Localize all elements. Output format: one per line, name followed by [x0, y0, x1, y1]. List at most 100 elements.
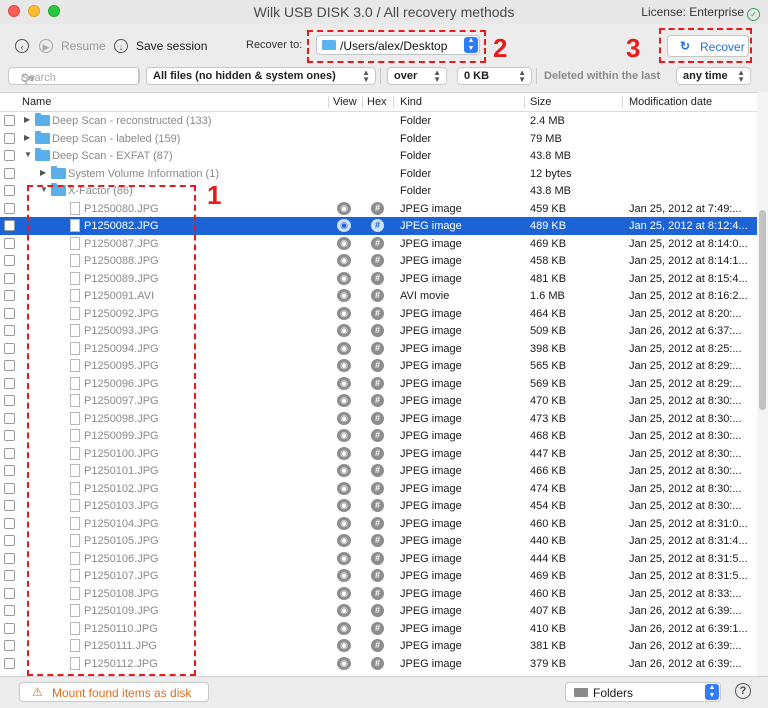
hex-view-icon[interactable]: # — [371, 394, 384, 407]
row-checkbox[interactable] — [4, 202, 15, 214]
column-divider[interactable] — [328, 96, 329, 108]
triangle-right-icon[interactable]: ▶ — [24, 133, 30, 142]
preview-eye-icon[interactable]: ◉ — [337, 499, 351, 512]
row-checkbox[interactable] — [4, 290, 15, 301]
hex-view-icon[interactable]: # — [371, 604, 384, 617]
row-checkbox[interactable] — [4, 535, 15, 546]
row-checkbox[interactable] — [4, 447, 15, 459]
row-checkbox[interactable] — [4, 430, 15, 441]
resume-play-icon[interactable]: ▶ — [39, 39, 53, 53]
hex-view-icon[interactable]: # — [371, 586, 384, 600]
triangle-right-icon[interactable]: ▶ — [40, 168, 46, 177]
preview-eye-icon[interactable]: ◉ — [337, 604, 351, 617]
row-checkbox[interactable] — [4, 517, 15, 529]
preview-eye-icon[interactable]: ◉ — [337, 621, 351, 635]
row-checkbox[interactable] — [4, 342, 15, 354]
preview-eye-icon[interactable]: ◉ — [337, 324, 351, 337]
preview-eye-icon[interactable]: ◉ — [337, 516, 351, 530]
preview-eye-icon[interactable]: ◉ — [337, 359, 351, 372]
hex-view-icon[interactable]: # — [371, 201, 384, 215]
hex-view-icon[interactable]: # — [371, 499, 384, 512]
resume-button[interactable]: Resume — [61, 39, 106, 53]
preview-eye-icon[interactable]: ◉ — [337, 586, 351, 600]
vertical-scrollbar[interactable] — [757, 92, 768, 675]
preview-eye-icon[interactable]: ◉ — [337, 289, 351, 302]
preview-eye-icon[interactable]: ◉ — [337, 341, 351, 355]
hex-view-icon[interactable]: # — [371, 446, 384, 460]
preview-eye-icon[interactable]: ◉ — [337, 429, 351, 442]
search-input[interactable]: Q▾ Search — [8, 67, 140, 85]
row-checkbox[interactable] — [4, 237, 15, 249]
preview-eye-icon[interactable]: ◉ — [337, 569, 351, 582]
row-checkbox[interactable] — [4, 552, 15, 564]
scrollbar-thumb[interactable] — [759, 210, 766, 410]
row-checkbox[interactable] — [4, 132, 15, 144]
hex-view-icon[interactable]: # — [371, 219, 384, 232]
hex-view-icon[interactable]: # — [371, 376, 384, 390]
hex-view-icon[interactable]: # — [371, 569, 384, 582]
preview-eye-icon[interactable]: ◉ — [337, 254, 351, 267]
size-value-select[interactable]: 0 KB ▲ ▼ — [457, 67, 532, 85]
hex-view-icon[interactable]: # — [371, 324, 384, 337]
row-checkbox[interactable] — [4, 150, 15, 161]
row-checkbox[interactable] — [4, 412, 15, 424]
preview-eye-icon[interactable]: ◉ — [337, 656, 351, 670]
preview-eye-icon[interactable]: ◉ — [337, 464, 351, 477]
row-checkbox[interactable] — [4, 377, 15, 389]
row-checkbox[interactable] — [4, 395, 15, 406]
hex-view-icon[interactable]: # — [371, 411, 384, 425]
size-operator-select[interactable]: over ▲ ▼ — [387, 67, 447, 85]
time-range-select[interactable]: any time ▲ ▼ — [676, 67, 751, 85]
preview-eye-icon[interactable]: ◉ — [337, 236, 351, 250]
row-checkbox[interactable] — [4, 482, 15, 494]
triangle-down-icon[interactable]: ▼ — [24, 150, 32, 159]
hex-view-icon[interactable]: # — [371, 254, 384, 267]
hex-view-icon[interactable]: # — [371, 621, 384, 635]
table-row[interactable]: ▼ Deep Scan - EXFAT (87) Folder 43.8 MB — [0, 147, 757, 165]
preview-eye-icon[interactable]: ◉ — [337, 481, 351, 495]
hex-view-icon[interactable]: # — [371, 359, 384, 372]
hex-view-icon[interactable]: # — [371, 481, 384, 495]
hex-view-icon[interactable]: # — [371, 289, 384, 302]
row-checkbox[interactable] — [4, 325, 15, 336]
row-checkbox[interactable] — [4, 272, 15, 284]
save-session-button[interactable]: Save session — [136, 39, 207, 53]
hex-view-icon[interactable]: # — [371, 236, 384, 250]
preview-eye-icon[interactable]: ◉ — [337, 219, 351, 232]
preview-eye-icon[interactable]: ◉ — [337, 639, 351, 652]
view-mode-select[interactable]: Folders ▲ ▼ — [565, 682, 721, 702]
row-checkbox[interactable] — [4, 360, 15, 371]
row-checkbox[interactable] — [4, 465, 15, 476]
column-header-view[interactable]: View — [333, 96, 357, 108]
column-header-kind[interactable]: Kind — [400, 96, 422, 108]
row-checkbox[interactable] — [4, 255, 15, 266]
table-row[interactable]: ▶ Deep Scan - labeled (159) Folder 79 MB — [0, 130, 757, 148]
preview-eye-icon[interactable]: ◉ — [337, 306, 351, 320]
file-filter-select[interactable]: All files (no hidden & system ones) ▲ ▼ — [146, 67, 376, 85]
preview-eye-icon[interactable]: ◉ — [337, 411, 351, 425]
table-row[interactable]: ▶ Deep Scan - reconstructed (133) Folder 2.… — [0, 112, 757, 130]
row-checkbox[interactable] — [4, 500, 15, 511]
row-checkbox[interactable] — [4, 587, 15, 599]
help-icon[interactable]: ? — [735, 683, 751, 699]
row-checkbox[interactable] — [4, 115, 15, 126]
column-divider[interactable] — [362, 96, 363, 108]
column-header-name[interactable]: Name — [22, 96, 51, 108]
preview-eye-icon[interactable]: ◉ — [337, 534, 351, 547]
row-checkbox[interactable] — [4, 622, 15, 634]
row-checkbox[interactable] — [4, 167, 15, 179]
hex-view-icon[interactable]: # — [371, 306, 384, 320]
column-divider[interactable] — [393, 96, 394, 108]
hex-view-icon[interactable]: # — [371, 429, 384, 442]
column-divider[interactable] — [622, 96, 623, 108]
column-header-modified[interactable]: Modification date — [629, 96, 712, 108]
hex-view-icon[interactable]: # — [371, 551, 384, 565]
column-header-hex[interactable]: Hex — [367, 96, 387, 108]
row-checkbox[interactable] — [4, 605, 15, 616]
back-icon[interactable]: ‹ — [15, 39, 29, 53]
column-header-size[interactable]: Size — [530, 96, 551, 108]
preview-eye-icon[interactable]: ◉ — [337, 376, 351, 390]
row-checkbox[interactable] — [4, 185, 15, 196]
row-checkbox[interactable] — [4, 307, 15, 319]
hex-view-icon[interactable]: # — [371, 534, 384, 547]
